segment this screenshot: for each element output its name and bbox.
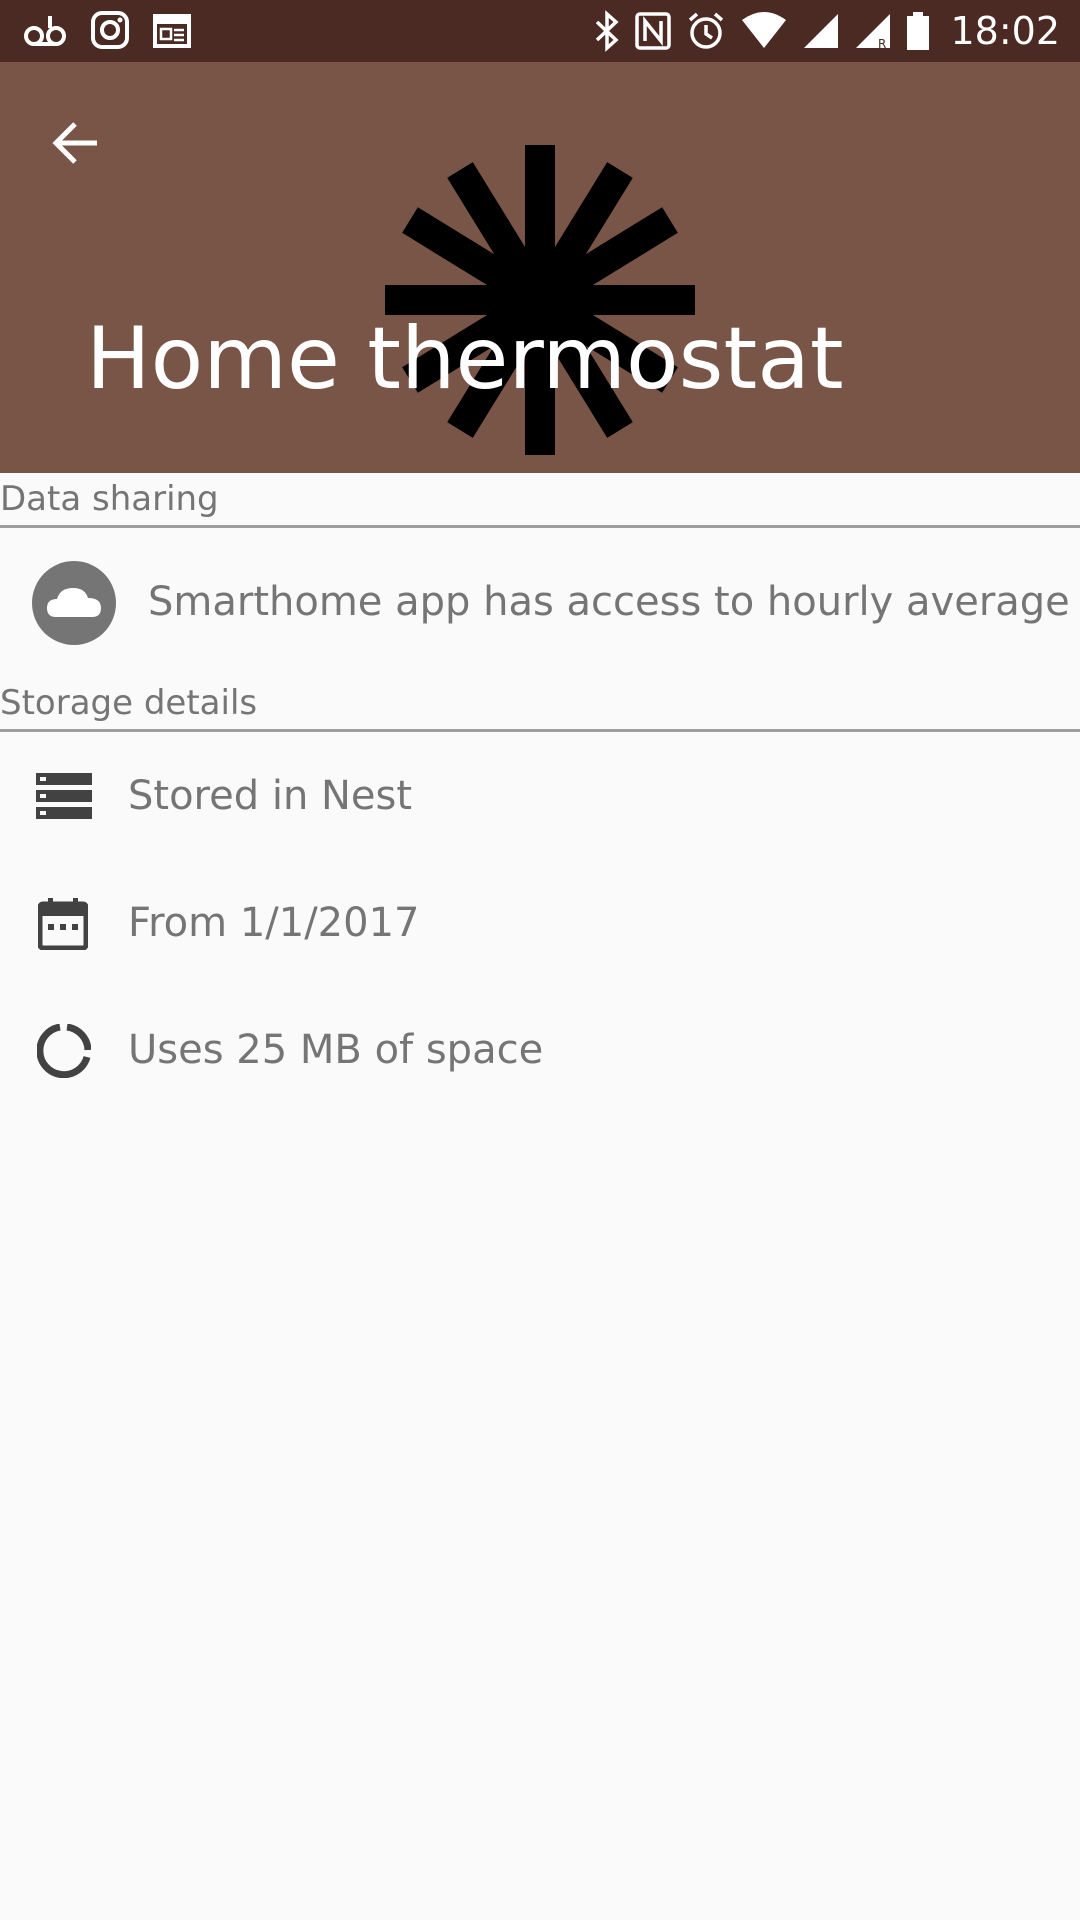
section-title-storage-details: Storage details: [0, 683, 258, 723]
list-item-storage-date: From 1/1/2017: [0, 884, 1080, 964]
storage-date-text: From 1/1/2017: [128, 900, 420, 946]
alarm-icon: [686, 11, 726, 51]
page-title: Home thermostat: [86, 309, 844, 409]
calendar-news-icon: [152, 11, 192, 49]
section-divider: [0, 729, 1080, 732]
signal-roaming-icon: R: [854, 12, 892, 50]
instagram-icon: [90, 10, 130, 50]
arrow-back-icon: [52, 122, 97, 164]
sharing-text: Smarthome app has access to hourly avera…: [148, 579, 1070, 625]
list-item-sharing[interactable]: Smarthome app has access to hourly avera…: [0, 555, 1080, 651]
storage-location-text: Stored in Nest: [128, 773, 413, 819]
bluetooth-icon: [594, 10, 620, 52]
list-item-storage-usage: Uses 25 MB of space: [0, 1011, 1080, 1091]
list-item-storage-location: Stored in Nest: [0, 757, 1080, 837]
nfc-icon: [634, 11, 672, 51]
cloud-icon: [32, 561, 116, 645]
app-header: Home thermostat: [0, 62, 1080, 473]
signal-icon: [802, 12, 840, 50]
data-usage-icon: [36, 1023, 92, 1082]
storage-usage-text: Uses 25 MB of space: [128, 1027, 544, 1073]
svg-text:R: R: [878, 37, 886, 50]
section-title-data-sharing: Data sharing: [0, 479, 219, 519]
voicemail-icon: [24, 12, 68, 48]
wifi-icon: [740, 12, 788, 50]
calendar-icon: [37, 898, 89, 954]
battery-icon: [906, 11, 930, 51]
status-time: 18:02: [950, 9, 1060, 53]
storage-icon: [36, 773, 92, 823]
section-divider: [0, 525, 1080, 528]
status-bar: R 18:02: [0, 0, 1080, 62]
back-button[interactable]: [40, 108, 110, 178]
